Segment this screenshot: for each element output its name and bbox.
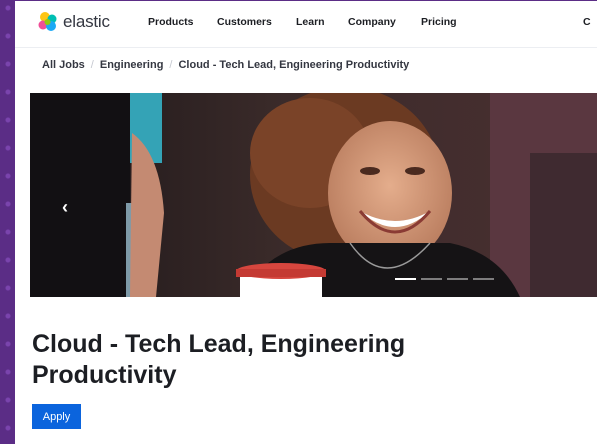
elastic-cluster-logo-icon [38,12,57,31]
job-title: Cloud - Tech Lead, Engineering Productiv… [32,330,406,389]
breadcrumb-separator: / [169,59,173,71]
browser-page: elastic Products Customers Learn Company… [15,1,597,444]
carousel-dot[interactable] [473,278,494,280]
top-navigation: elastic Products Customers Learn Company… [15,1,597,48]
nav-learn[interactable]: Learn [296,16,325,28]
breadcrumb-engineering[interactable]: Engineering [100,59,164,71]
breadcrumb-all-jobs[interactable]: All Jobs [42,59,85,71]
apply-button[interactable]: Apply [32,404,81,429]
nav-company[interactable]: Company [348,16,396,28]
elastic-logo[interactable]: elastic [37,11,110,33]
hero-photo [30,93,597,297]
carousel-dot[interactable] [447,278,468,280]
nav-customers[interactable]: Customers [217,16,272,28]
nav-overflow-item[interactable]: C [583,16,591,28]
carousel-dot[interactable] [395,278,416,280]
chevron-left-icon[interactable]: ‹ [62,197,68,218]
hero-carousel[interactable] [30,93,597,297]
brand-name: elastic [63,12,110,31]
carousel-dot[interactable] [421,278,442,280]
breadcrumb-separator: / [90,59,94,71]
nav-pricing[interactable]: Pricing [421,16,457,28]
nav-products[interactable]: Products [148,16,194,28]
breadcrumb-current-job: Cloud - Tech Lead, Engineering Productiv… [178,59,410,71]
carousel-indicators [395,278,499,280]
breadcrumb: All Jobs / Engineering / Cloud - Tech Lead, … [42,59,409,71]
